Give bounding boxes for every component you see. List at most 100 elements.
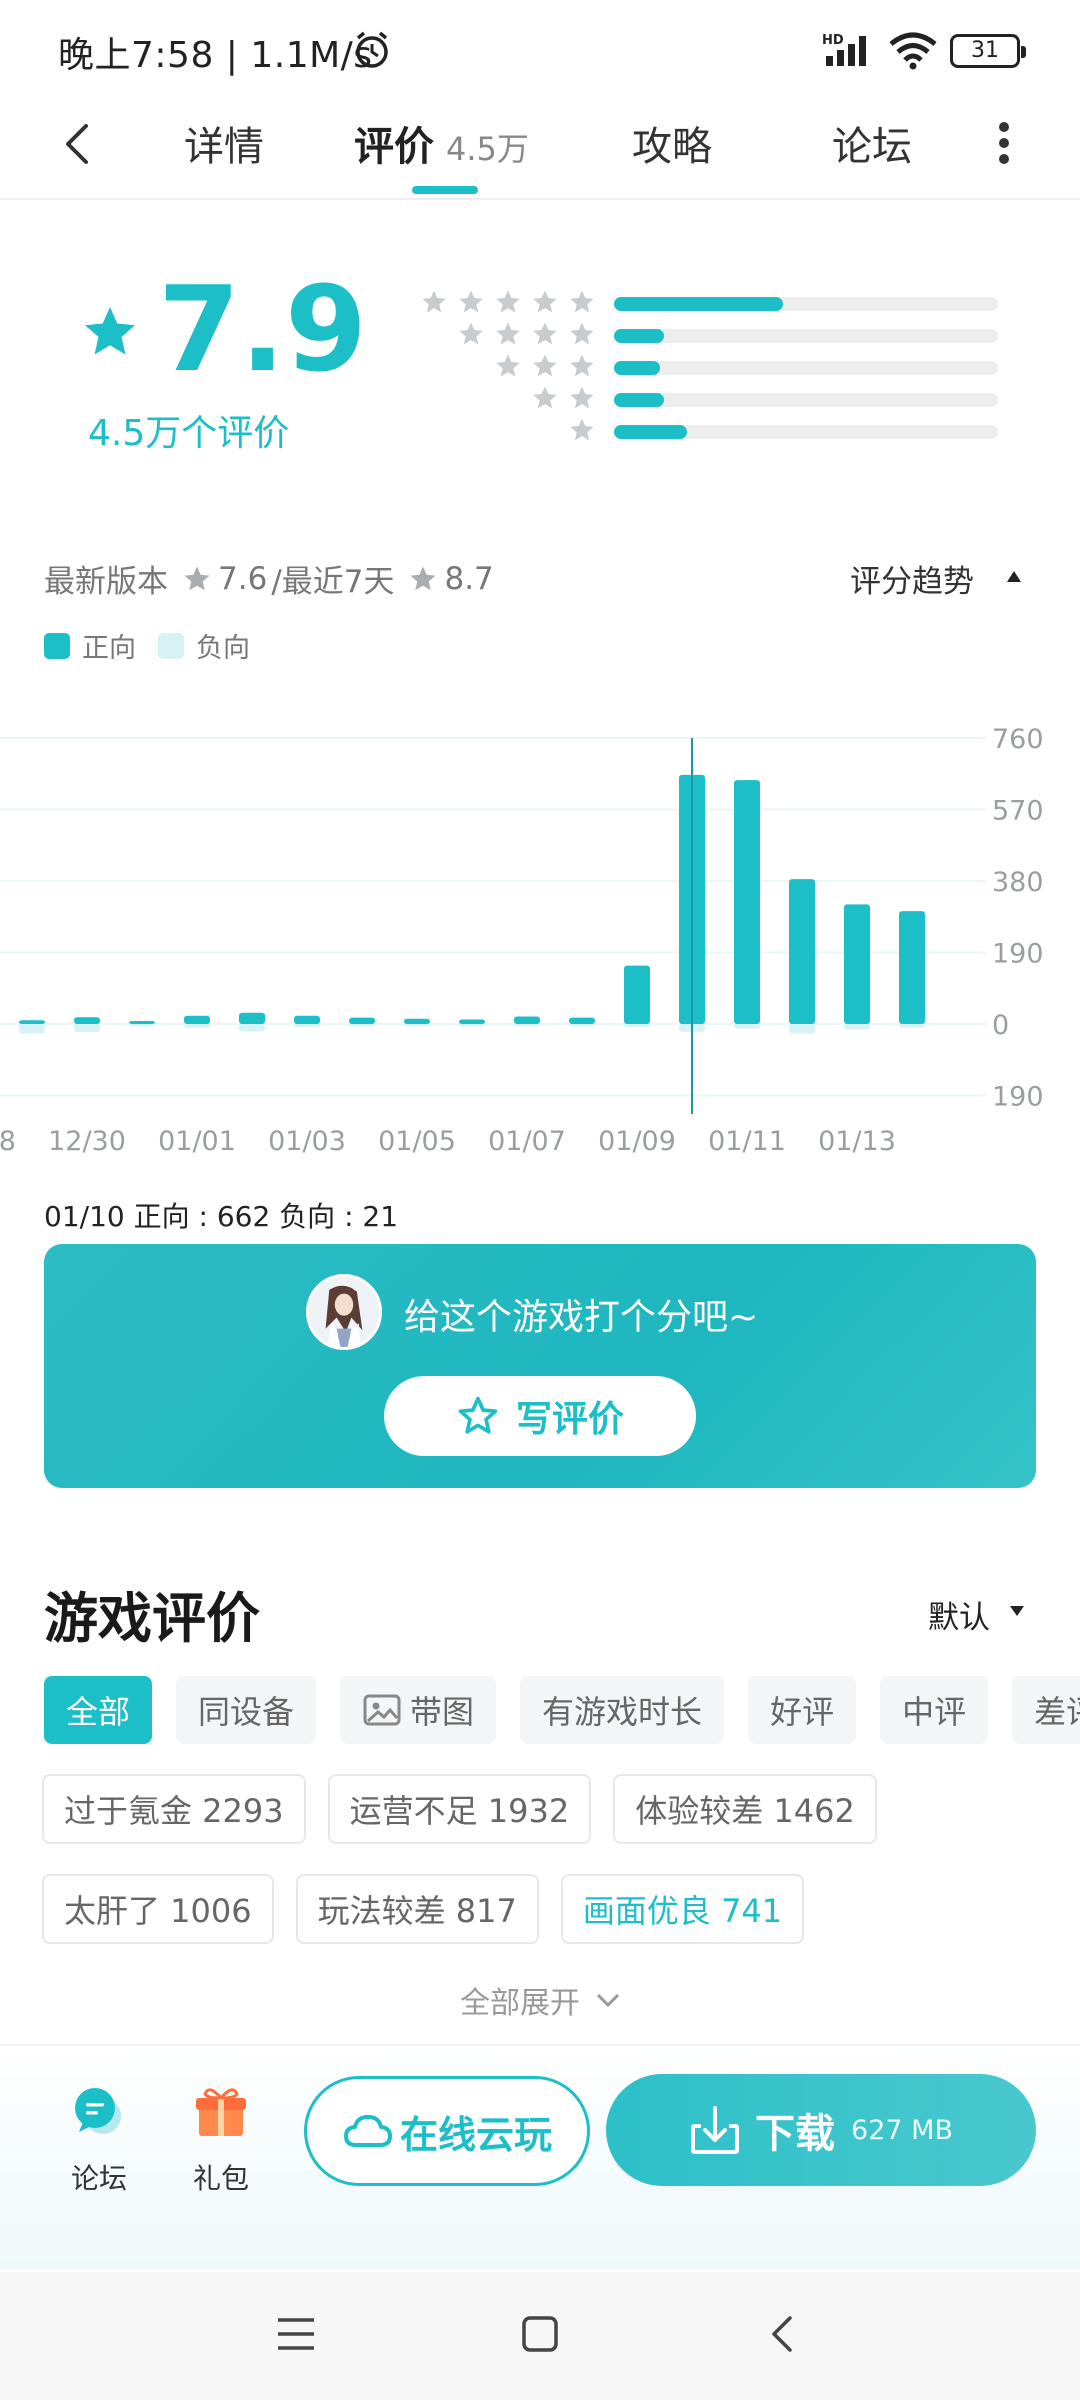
negative-bar [459,1024,485,1027]
star-icon [570,322,594,345]
star-outline-icon [458,1396,498,1434]
review-tag[interactable]: 太肝了 1006 [42,1874,274,1944]
star-icon [533,354,557,377]
x-tick-label: 01/09 [598,1126,676,1157]
positive-bar [899,911,925,1024]
home-icon[interactable] [518,2312,562,2356]
sort-dropdown[interactable]: 默认 [928,1592,990,1637]
positive-bar [789,879,815,1024]
alarm-icon [356,31,388,68]
chevron-down-icon [596,1993,620,2008]
negative-bar [569,1024,595,1027]
tab-guides[interactable]: 攻略 [632,114,712,172]
x-tick-label: 12/30 [48,1126,126,1157]
star-icon [533,386,557,409]
signal-icon: HD [822,33,866,66]
forum-chat-icon [75,2088,121,2134]
expand-all-label: 全部展开 [460,1986,580,2021]
filter-neutral[interactable]: 中评 [880,1676,989,1744]
filter-all[interactable]: 全部 [44,1676,153,1744]
download-icon [691,2106,740,2154]
score-star-icon [85,307,135,355]
rating-row-4-star [400,318,1000,352]
tab-forum[interactable]: 论坛 [832,114,912,172]
write-review-button[interactable]: 写评价 [384,1376,696,1456]
recent-label: /最近7天 [271,564,395,600]
review-tag-positive[interactable]: 画面优良 741 [560,1874,805,1944]
rating-row-1-star [400,414,1000,448]
x-tick-label: 01/11 [708,1126,786,1157]
filter-negative[interactable]: 差评 [1012,1676,1080,1744]
y-tick-label: 190 [992,1082,1044,1113]
battery-icon: 31 [950,34,1026,68]
selected-day-readout: 01/10 正向 : 662 负向 : 21 [44,1200,399,1233]
star-icon [184,566,210,590]
download-button[interactable]: 下载 627 MB [606,2074,1036,2186]
row-stars [494,352,596,380]
filter-with-images[interactable]: 带图 [340,1676,497,1744]
svg-text:HD: HD [822,33,844,48]
rating-bar-fill [614,393,664,407]
negative-bar [294,1024,320,1028]
rating-bar-track [614,361,998,375]
score-trend-chart[interactable]: 760 570 380 190 0 190 12/28 12/30 01/01 01/03 01/0… [0,700,1080,1160]
y-tick-label: 570 [992,796,1044,827]
bottom-action-bar: 论坛 礼包 在线云玩 下载 627 MB [0,2044,1080,2270]
filter-playtime[interactable]: 有游戏时长 [520,1676,725,1744]
star-icon [422,290,446,313]
review-filters: 全部 同设备 带图 有游戏时长 好评 中评 差评 [44,1676,1080,1744]
star-icon [496,354,520,377]
caret-down-icon[interactable] [1008,1604,1026,1618]
rating-count: 4.5万个评价 [88,413,290,454]
tab-reviews[interactable]: 评价 4.5万 [354,114,529,172]
caret-up-icon[interactable] [1004,568,1024,584]
back-icon[interactable] [762,2312,806,2356]
rating-bar-track [614,329,998,343]
rating-bar-track [614,425,998,439]
cloud-play-label: 在线云玩 [399,2112,552,2157]
image-icon [363,1694,401,1726]
forum-shortcut[interactable]: 论坛 [54,2082,144,2197]
star-icon [496,322,520,345]
filter-positive[interactable]: 好评 [748,1676,857,1744]
positive-bar [404,1018,430,1024]
negative-bar [899,1024,925,1028]
review-tag[interactable]: 玩法较差 817 [295,1874,539,1944]
cloud-icon [343,2115,392,2147]
more-menu-icon[interactable] [994,116,1014,176]
menu-icon[interactable] [274,2312,318,2356]
back-arrow-icon[interactable] [56,114,96,174]
score-trend-toggle[interactable]: 评分趋势 [850,556,974,601]
forum-label: 论坛 [70,2162,127,2195]
negative-bar [349,1024,375,1027]
y-tick-label: 760 [992,724,1044,755]
review-tag[interactable]: 过于氪金 2293 [42,1774,306,1844]
avatar [306,1274,382,1350]
star-icon [570,418,594,441]
gift-shortcut[interactable]: 礼包 [176,2082,266,2197]
review-tag[interactable]: 运营不足 1932 [327,1774,592,1844]
star-icon [570,354,594,377]
negative-bar [19,1024,45,1034]
download-size: 627 MB [851,2114,953,2146]
negative-bar [129,1024,155,1027]
negative-bar [789,1024,815,1034]
wifi-icon [889,32,937,70]
expand-all-button[interactable]: 全部展开 [460,1978,622,2022]
positive-bar [734,780,760,1024]
filter-same-device[interactable]: 同设备 [176,1676,317,1744]
legend-positive-swatch [44,632,70,659]
positive-bar [624,965,650,1024]
review-tag[interactable]: 体验较差 1462 [613,1774,877,1844]
rating-row-5-star [400,286,1000,320]
rating-bar-track [614,297,998,311]
rating-row-3-star [400,350,1000,384]
tab-details[interactable]: 详情 [184,114,264,172]
row-stars [531,384,596,412]
reviews-title: 游戏评价 [44,1587,260,1650]
y-tick-label: 0 [992,1010,1009,1041]
cloud-play-button[interactable]: 在线云玩 [304,2076,590,2186]
review-tags-row-2: 太肝了 1006 玩法较差 817 画面优良 741 [42,1874,1042,1944]
active-tab-indicator [412,186,478,194]
negative-bar [844,1024,870,1030]
